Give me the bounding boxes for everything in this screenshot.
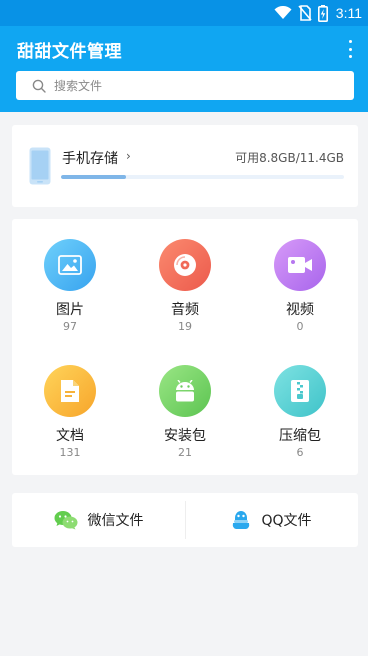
category-count: 19	[178, 320, 192, 333]
music-disc-icon	[159, 239, 211, 291]
category-label: 压缩包	[279, 428, 321, 444]
wechat-files-label: 微信文件	[87, 513, 144, 529]
video-camera-icon	[274, 239, 326, 291]
storage-progress-bar	[61, 175, 344, 179]
status-icons: 3:11	[274, 3, 362, 23]
category-label: 视频	[286, 302, 314, 318]
app-bar: 甜甜文件管理	[0, 26, 368, 112]
category-grid: 图片 97 音频 19 视频 0 文档 131 安装包 21 压缩包 6	[12, 219, 358, 475]
storage-title: 手机存储	[62, 151, 118, 167]
category-count: 6	[296, 446, 304, 459]
search-bar[interactable]	[16, 71, 354, 100]
more-vert-icon[interactable]	[345, 38, 355, 60]
phone-storage-card[interactable]: 手机存储 › 可用8.8GB/11.4GB	[12, 125, 358, 207]
wechat-icon	[54, 511, 77, 530]
category-images[interactable]: 图片 97	[12, 239, 128, 333]
search-input[interactable]	[54, 78, 314, 93]
no-sim-icon	[298, 5, 312, 21]
image-icon	[44, 239, 96, 291]
app-title: 甜甜文件管理	[17, 42, 122, 62]
status-bar: 3:11	[0, 0, 368, 26]
category-audio[interactable]: 音频 19	[127, 239, 243, 333]
battery-charging-icon	[317, 4, 328, 22]
category-count: 0	[296, 320, 304, 333]
category-label: 文档	[56, 428, 84, 444]
qq-files-button[interactable]: QQ文件	[185, 493, 358, 547]
category-documents[interactable]: 文档 131	[12, 365, 128, 459]
category-count: 97	[63, 320, 77, 333]
category-video[interactable]: 视频 0	[242, 239, 358, 333]
qq-files-label: QQ文件	[261, 513, 312, 529]
phone-icon	[29, 147, 51, 185]
category-count: 21	[178, 446, 192, 459]
category-label: 图片	[56, 302, 84, 318]
category-apk[interactable]: 安装包 21	[127, 365, 243, 459]
document-icon	[44, 365, 96, 417]
category-label: 安装包	[164, 428, 206, 444]
zip-file-icon	[274, 365, 326, 417]
storage-usage: 可用8.8GB/11.4GB	[235, 151, 344, 165]
search-icon	[32, 79, 46, 93]
wifi-icon	[274, 6, 292, 19]
shared-files-card: 微信文件 QQ文件	[12, 493, 358, 547]
status-time: 3:11	[335, 5, 362, 21]
qq-icon	[233, 511, 250, 529]
wechat-files-button[interactable]: 微信文件	[12, 493, 185, 547]
category-count: 131	[59, 446, 81, 459]
category-label: 音频	[171, 302, 199, 318]
category-archives[interactable]: 压缩包 6	[242, 365, 358, 459]
chevron-right-icon: ›	[126, 149, 131, 163]
storage-progress-fill	[61, 175, 127, 179]
android-icon	[159, 365, 211, 417]
